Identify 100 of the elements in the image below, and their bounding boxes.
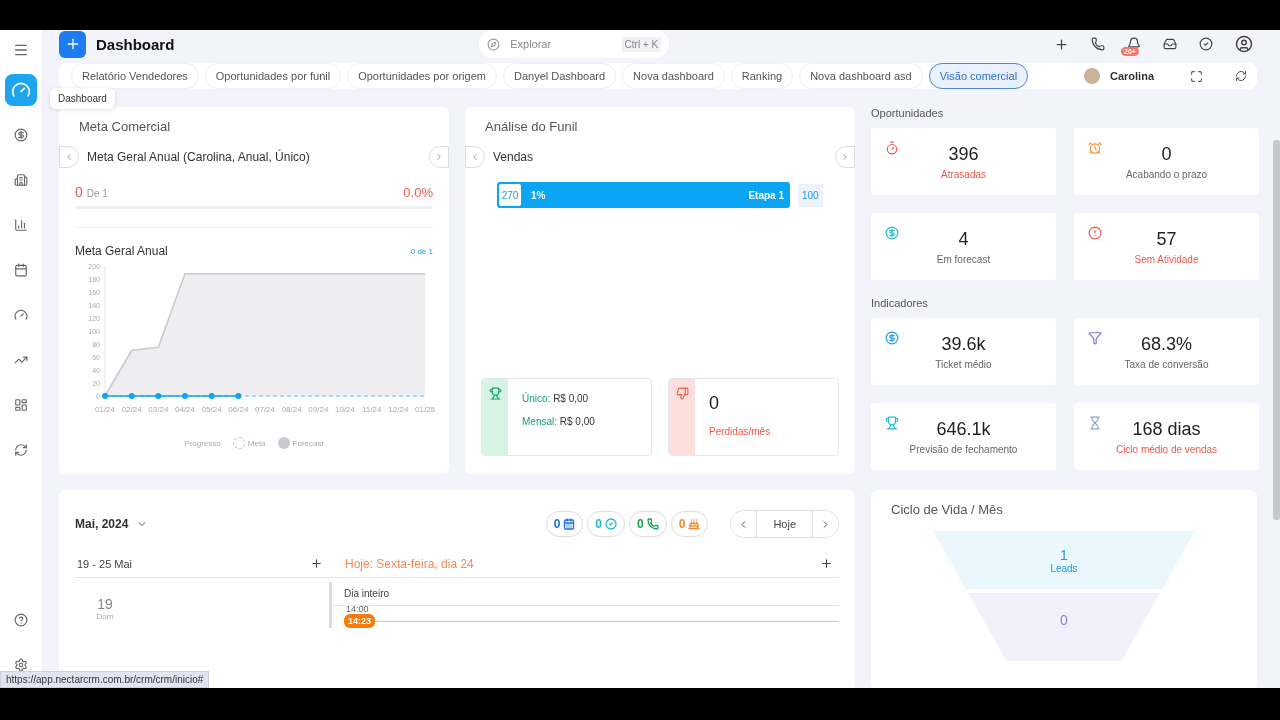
hour-label: 14:00 [345, 606, 370, 614]
stage-total: 100 [798, 183, 823, 207]
shortcut-hint: Ctrl + K [621, 36, 662, 52]
gauge-icon [14, 308, 28, 322]
stat-label: Previsão de fechamento [909, 443, 1018, 455]
goal-target: De 1 [86, 188, 108, 199]
tooltip: Dashboard [50, 88, 115, 109]
axis-label: 09/24 [308, 405, 329, 414]
avatar [1084, 68, 1100, 84]
menu-icon[interactable] [13, 42, 29, 58]
goal-percent: 0.0% [403, 185, 433, 200]
calendar-icon [14, 263, 28, 277]
card-title: Ciclo de Vida / Mês [890, 502, 1004, 517]
phone-icon[interactable] [1091, 37, 1105, 51]
pipeline-name: Vendas [493, 150, 534, 164]
axis-label: 06/24 [228, 405, 249, 414]
dashboard-tab[interactable]: Danyel Dashboard [502, 63, 617, 89]
won-monthly: Mensal: R$ 0,00 [522, 416, 595, 427]
stat-value: 168 dias [1132, 418, 1201, 440]
day-title: Hoje: Sexta-feira, dia 24 [344, 556, 474, 571]
phone-icon [646, 518, 659, 530]
chevron-left-icon [470, 152, 480, 162]
stat-value: 57 [1156, 228, 1177, 250]
chevron-left-icon [64, 152, 74, 162]
dollar-icon [14, 128, 28, 142]
stat-label: Atrasadas [941, 168, 986, 180]
goal-achieved: 0 [75, 184, 83, 200]
stat-label: Acabando o prazo [1125, 168, 1208, 180]
add-icon[interactable] [820, 557, 833, 570]
check-icon[interactable] [1199, 37, 1213, 51]
bell-icon[interactable] [1127, 37, 1141, 51]
calendar-icon [563, 518, 576, 530]
dashboard-tab[interactable]: Ranking [730, 63, 794, 89]
axis-label: 05/24 [201, 405, 222, 414]
add-icon[interactable] [1054, 36, 1069, 52]
stat-value: 39.6k [941, 333, 986, 355]
search-bar[interactable]: Explorar Ctrl + K [479, 30, 670, 58]
card-title: Meta Comercial [78, 119, 172, 134]
add-icon[interactable] [310, 557, 323, 570]
user-icon[interactable] [1235, 35, 1253, 53]
day-name: Dom [95, 612, 115, 621]
dashboard-tab[interactable]: Oportunidades por origem [347, 63, 497, 89]
dashboard-tab[interactable]: Visão comercial [928, 63, 1029, 89]
chart-title: Meta Geral Anual [75, 244, 168, 258]
user-name: Carolina [1110, 70, 1154, 82]
stat-label: Em forecast [936, 253, 991, 265]
trophy-icon [885, 416, 899, 430]
stat-label: Taxa de conversão [1124, 358, 1209, 370]
axis-label: 02/24 [121, 405, 142, 414]
stage-count: 270 [499, 184, 521, 206]
trophy-icon [488, 387, 502, 400]
stage-value: 1 [1060, 547, 1068, 563]
help-icon [14, 613, 28, 627]
add-button[interactable] [59, 30, 86, 58]
axis-label: 12/24 [388, 405, 409, 414]
section-title: Oportunidades [871, 107, 945, 119]
lost-label: Perdidas/mês [709, 426, 771, 437]
stage-bar[interactable]: 270 1% Etapa 1 [497, 182, 790, 208]
lost-count: 0 [709, 393, 720, 414]
axis-label: 01/25 [415, 405, 435, 414]
dashboard-tab[interactable]: Oportunidades por funil [204, 63, 342, 89]
url-tooltip: https://app.nectarcrm.com.br/crm/crm/inicio# [0, 671, 210, 688]
scrollbar[interactable] [1273, 140, 1280, 520]
check-icon [605, 518, 617, 530]
card-title: Análise do Funil [484, 119, 579, 134]
current-time: 14:23 [344, 614, 376, 628]
inbox-icon[interactable] [1163, 37, 1177, 51]
week-range: 19 - 25 Mai [76, 557, 133, 570]
stat-value: 646.1k [936, 418, 991, 440]
dashboard-tab[interactable]: Nova dashboard asd [799, 63, 923, 89]
all-day-label: Dia inteiro [332, 582, 839, 606]
stage-label: Leads [1050, 563, 1078, 574]
stage-name: Etapa 1 [748, 189, 784, 201]
search-field[interactable]: Explorar [508, 37, 614, 51]
section-title: Indicadores [871, 297, 929, 309]
page-title: Dashboard [96, 35, 175, 53]
fullscreen-icon[interactable] [1190, 69, 1203, 83]
stat-label: Ticket médio [935, 358, 992, 370]
axis-label: 01/24 [95, 405, 115, 414]
stage-value: 0 [1060, 612, 1068, 628]
axis-label: 03/24 [148, 405, 169, 414]
thumbs-down-icon [675, 387, 689, 400]
chevron-right-icon [840, 152, 850, 162]
chart-icon [14, 218, 28, 232]
stopwatch-icon [885, 141, 899, 155]
month-label[interactable]: Mai, 2024 [75, 517, 129, 531]
won-unique: Único: R$ 0,00 [522, 393, 590, 404]
axis-label: 10/24 [335, 405, 355, 414]
stat-value: 4 [958, 228, 969, 250]
axis-label: 07/24 [255, 405, 275, 414]
alarm-icon [1088, 141, 1102, 155]
funnel-icon [1088, 331, 1102, 345]
refresh-icon [14, 443, 28, 457]
stat-value: 0 [1161, 143, 1172, 165]
refresh-icon[interactable] [1235, 70, 1247, 82]
alert-icon [1088, 226, 1102, 240]
building-icon [14, 173, 28, 187]
dashboard-tab[interactable]: Relatório Vendedores [71, 63, 199, 89]
stat-value: 68.3% [1140, 333, 1192, 355]
dashboard-tab[interactable]: Nova dashboard [622, 63, 725, 89]
